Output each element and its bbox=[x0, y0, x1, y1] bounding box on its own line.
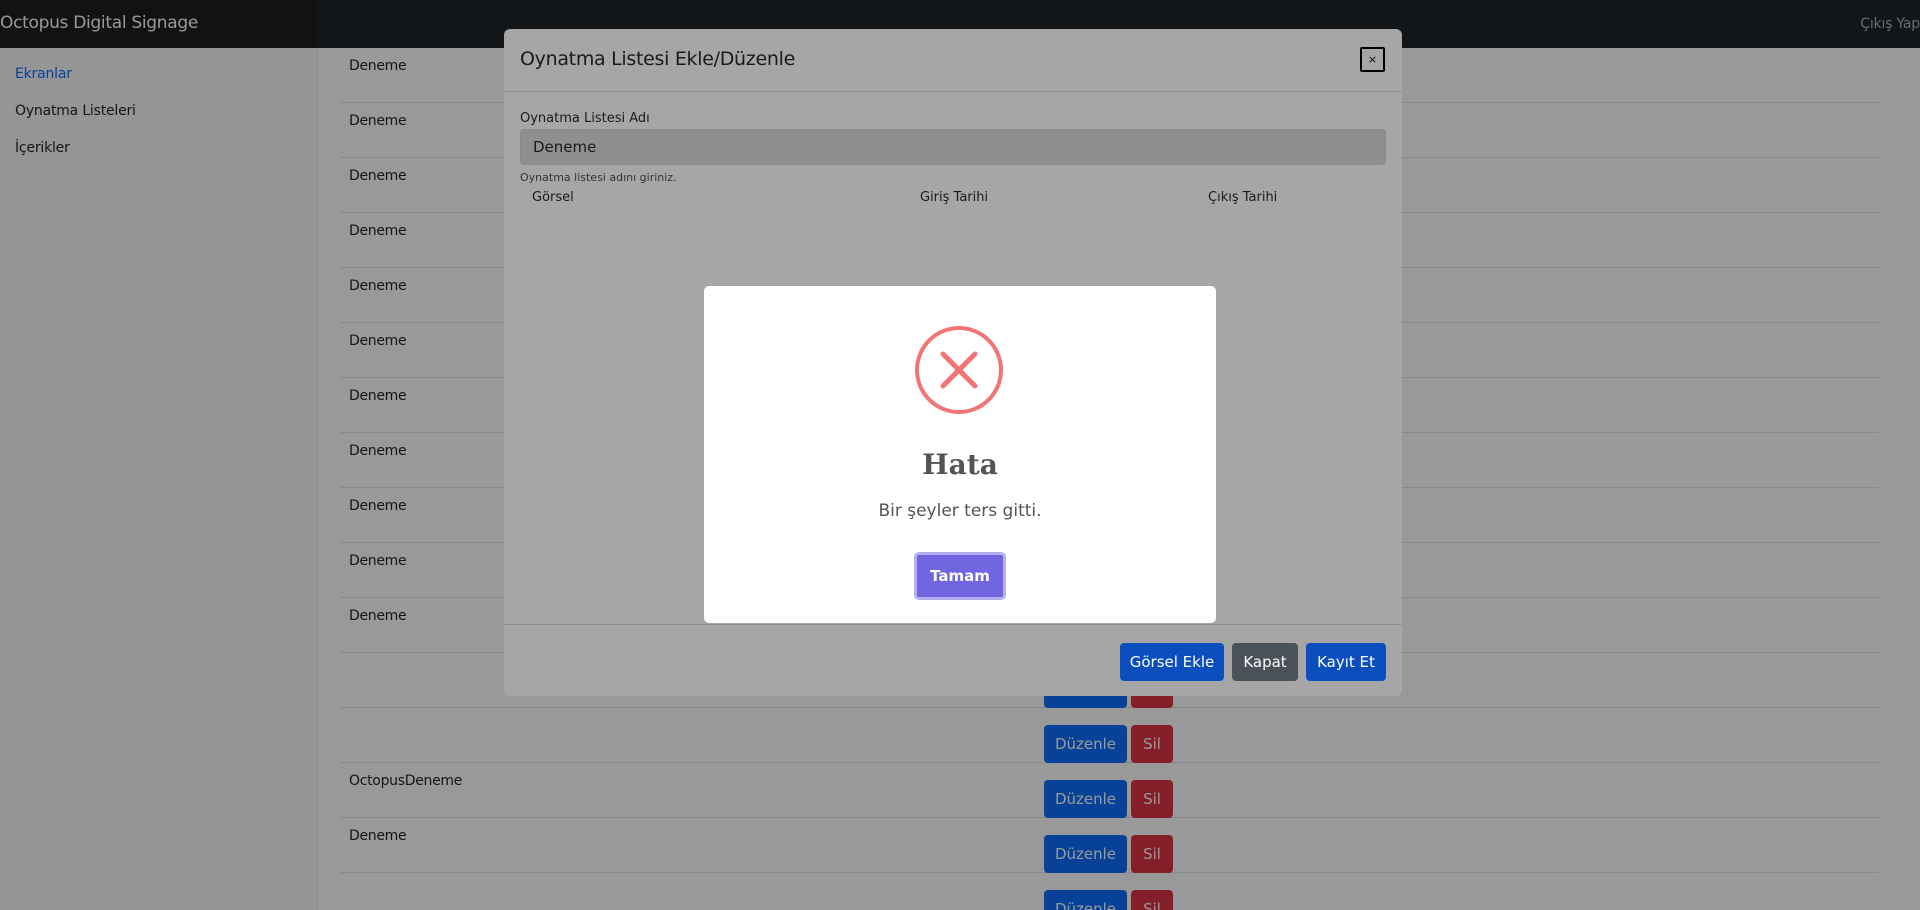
playlist-name-help: Oynatma listesi adını giriniz. bbox=[520, 171, 677, 184]
confirm-button[interactable]: Tamam bbox=[914, 552, 1006, 600]
modal-footer: Görsel Ekle Kapat Kayıt Et bbox=[504, 624, 1402, 696]
column-header-image: Görsel bbox=[532, 190, 574, 205]
close-icon[interactable]: × bbox=[1360, 47, 1385, 72]
add-image-button[interactable]: Görsel Ekle bbox=[1120, 643, 1224, 681]
error-x-icon bbox=[915, 326, 1003, 414]
playlist-name-label: Oynatma Listesi Adı bbox=[520, 111, 650, 126]
playlist-name-input[interactable] bbox=[520, 129, 1386, 165]
alert-title: Hata bbox=[922, 448, 998, 481]
alert-message: Bir şeyler ters gitti. bbox=[878, 501, 1042, 521]
save-button[interactable]: Kayıt Et bbox=[1306, 643, 1386, 681]
column-header-start-date: Giriş Tarihi bbox=[920, 190, 989, 205]
error-alert: Hata Bir şeyler ters gitti. Tamam bbox=[704, 286, 1216, 623]
modal-title: Oynatma Listesi Ekle/Düzenle bbox=[520, 48, 795, 70]
modal-header: Oynatma Listesi Ekle/Düzenle × bbox=[504, 29, 1402, 92]
column-header-end-date: Çıkış Tarihi bbox=[1208, 190, 1278, 205]
close-button[interactable]: Kapat bbox=[1232, 643, 1298, 681]
